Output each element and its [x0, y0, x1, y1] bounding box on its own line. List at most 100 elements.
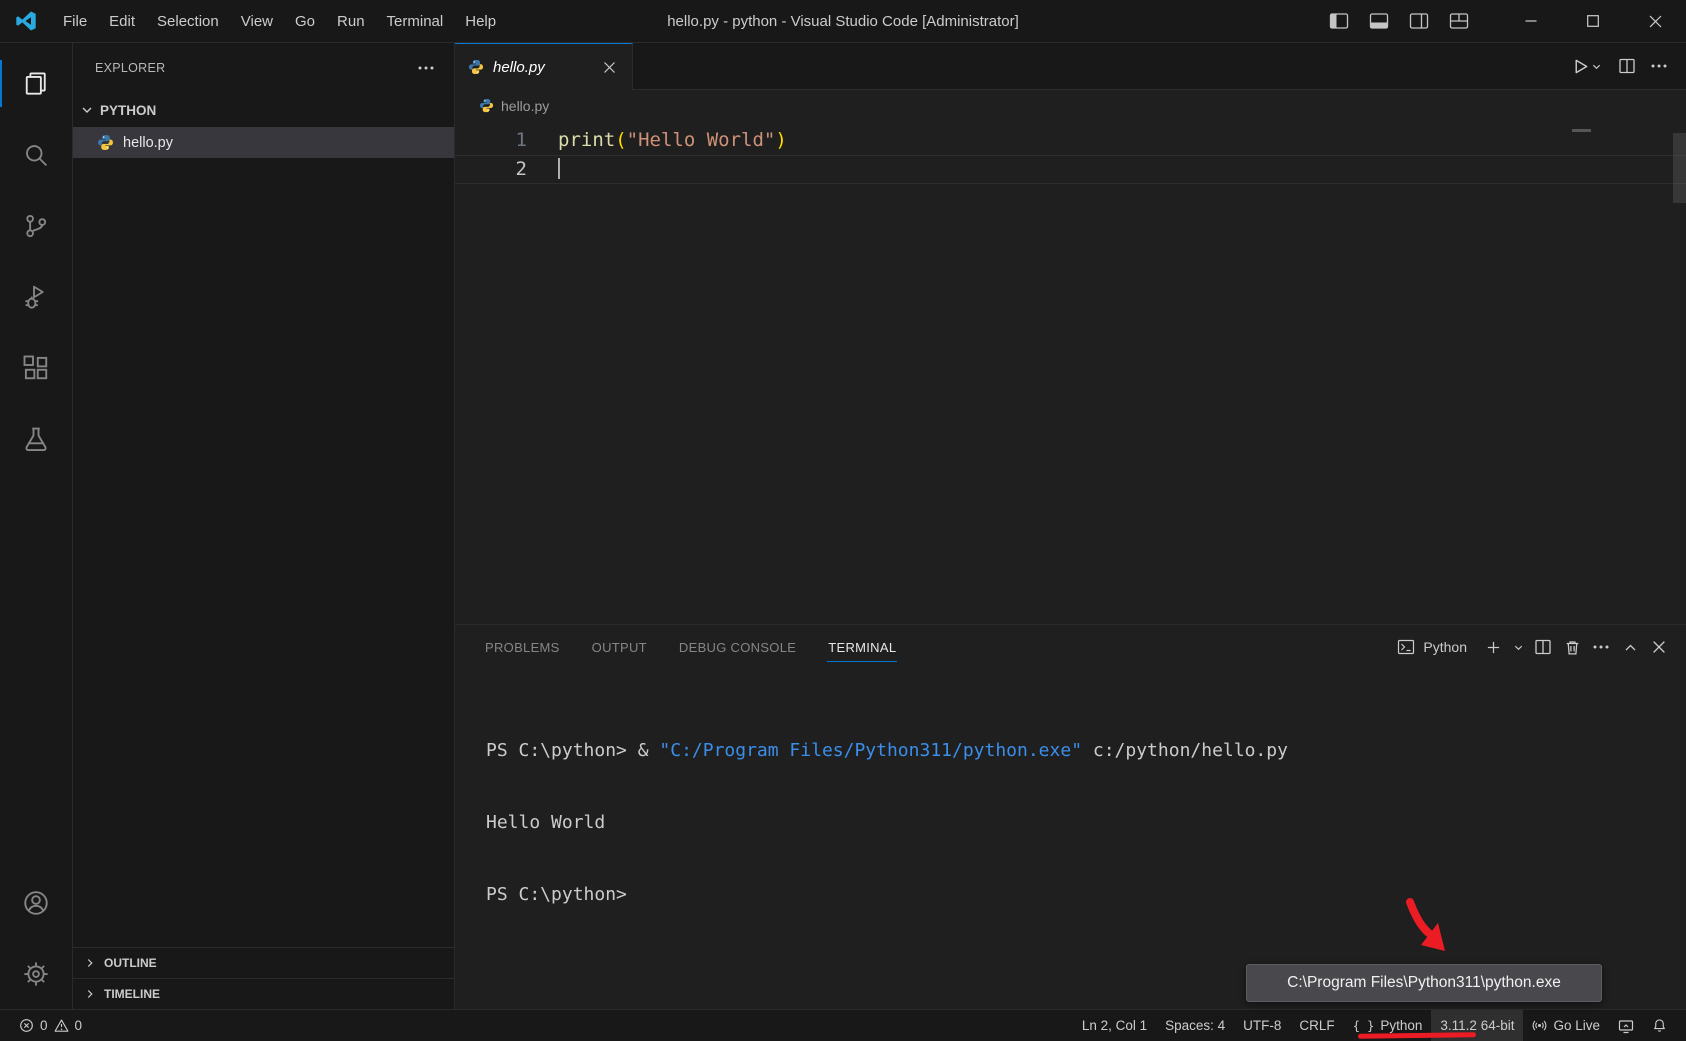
tab-bar-actions: [633, 43, 1686, 90]
go-live-status[interactable]: Go Live: [1523, 1010, 1609, 1041]
activity-settings[interactable]: [0, 938, 73, 1009]
explorer-more-actions-button[interactable]: [414, 56, 438, 80]
chevron-up-icon: [1625, 644, 1635, 650]
sidebar-left-icon: [1329, 13, 1349, 29]
panel-tab-output[interactable]: OUTPUT: [576, 625, 663, 669]
file-item-hello-py[interactable]: hello.py: [73, 127, 454, 158]
toggle-secondary-sidebar-button[interactable]: [1404, 6, 1434, 36]
terminal-text: c:/python/hello.py: [1082, 740, 1288, 761]
maximize-panel-button[interactable]: [1617, 634, 1643, 660]
terminal-shell-selector[interactable]: Python: [1387, 638, 1477, 656]
menu-terminal[interactable]: Terminal: [376, 0, 455, 42]
code-content-1[interactable]: print("Hello World"): [527, 126, 787, 155]
menu-run[interactable]: Run: [326, 0, 376, 42]
new-terminal-button[interactable]: [1480, 634, 1506, 660]
activity-search[interactable]: [0, 119, 73, 190]
eol-status[interactable]: CRLF: [1290, 1010, 1343, 1041]
warning-icon: [54, 1019, 68, 1032]
plus-icon: [1487, 641, 1499, 653]
minimize-button[interactable]: [1500, 0, 1562, 43]
encoding-status[interactable]: UTF-8: [1234, 1010, 1290, 1041]
code-line-2: 2: [455, 155, 1686, 184]
code-editor[interactable]: 1 print("Hello World") 2: [455, 121, 1686, 624]
maximize-button[interactable]: [1562, 0, 1624, 43]
sidebar-right-icon: [1409, 13, 1429, 29]
close-panel-button[interactable]: [1646, 634, 1672, 660]
terminal-text: PS C:\python> &: [486, 740, 660, 761]
menu-help[interactable]: Help: [454, 0, 507, 42]
kill-terminal-button[interactable]: [1559, 634, 1585, 660]
folder-python-header[interactable]: PYTHON: [73, 93, 454, 127]
terminal-line-3: PS C:\python>: [486, 883, 1686, 907]
run-python-file-button[interactable]: [1564, 53, 1608, 79]
menu-edit[interactable]: Edit: [98, 0, 146, 42]
token-paren-open: (: [615, 129, 627, 151]
bottom-panel: PROBLEMS OUTPUT DEBUG CONSOLE TERMINAL P…: [455, 624, 1686, 1009]
terminal-output[interactable]: PS C:\python> & "C:/Program Files/Python…: [455, 669, 1686, 1009]
outline-label: OUTLINE: [104, 956, 157, 970]
timeline-label: TIMELINE: [104, 987, 160, 1001]
annotation-arrow-icon: [1406, 898, 1445, 951]
toggle-panel-button[interactable]: [1364, 6, 1394, 36]
menu-view[interactable]: View: [230, 0, 284, 42]
warning-count: 0: [74, 1018, 83, 1033]
terminal-icon: [1398, 639, 1415, 655]
activity-extensions[interactable]: [0, 332, 73, 403]
activity-run-debug[interactable]: [0, 261, 73, 332]
menu-selection[interactable]: Selection: [146, 0, 230, 42]
interpreter-tooltip: C:\Program Files\Python311\python.exe: [1246, 964, 1602, 1002]
toggle-primary-sidebar-button[interactable]: [1324, 6, 1354, 36]
token-string: "Hello World": [626, 129, 776, 151]
layout-grid-icon: [1449, 13, 1469, 29]
panel-bottom-icon: [1369, 13, 1389, 29]
tab-hello-py[interactable]: hello.py: [455, 43, 633, 90]
go-live-label: Go Live: [1553, 1018, 1600, 1033]
activity-source-control[interactable]: [0, 190, 73, 261]
code-content-2[interactable]: [527, 155, 560, 184]
activity-explorer[interactable]: [0, 48, 73, 119]
menu-file[interactable]: File: [52, 0, 98, 42]
error-count: 0: [40, 1018, 48, 1033]
panel-more-actions-button[interactable]: [1588, 634, 1614, 660]
menu-bar: File Edit Selection View Go Run Terminal…: [52, 0, 507, 42]
breadcrumb: hello.py: [455, 90, 1686, 121]
chevron-down-icon: [1592, 64, 1600, 69]
cursor-position-status[interactable]: Ln 2, Col 1: [1073, 1010, 1156, 1041]
customize-layout-button[interactable]: [1444, 6, 1474, 36]
activity-testing[interactable]: [0, 403, 73, 474]
breadcrumb-label: hello.py: [501, 97, 550, 114]
close-window-button[interactable]: [1624, 0, 1686, 43]
panel-tab-problems[interactable]: PROBLEMS: [469, 625, 576, 669]
editor-scrollbar[interactable]: [1673, 133, 1686, 203]
editor-more-actions-button[interactable]: [1646, 53, 1672, 79]
remote-window-button[interactable]: [1609, 1010, 1643, 1041]
line-number-1: 1: [515, 129, 527, 151]
notifications-button[interactable]: [1643, 1010, 1676, 1041]
section-timeline[interactable]: TIMELINE: [73, 978, 454, 1009]
panel-tab-debug-console[interactable]: DEBUG CONSOLE: [663, 625, 812, 669]
tab-close-button[interactable]: [596, 54, 622, 80]
ellipsis-icon: [1651, 64, 1667, 68]
panel-tab-bar: PROBLEMS OUTPUT DEBUG CONSOLE TERMINAL P…: [455, 625, 1686, 669]
language-label: Python: [1380, 1018, 1423, 1033]
extensions-icon: [23, 355, 48, 379]
breadcrumb-item-hello-py[interactable]: hello.py: [479, 98, 549, 114]
split-terminal-button[interactable]: [1530, 634, 1556, 660]
source-control-icon: [26, 214, 47, 237]
python-file-icon: [469, 60, 483, 74]
activity-accounts[interactable]: [0, 867, 73, 938]
problems-status[interactable]: 0 0: [10, 1010, 91, 1041]
indentation-status[interactable]: Spaces: 4: [1156, 1010, 1234, 1041]
panel-tab-terminal[interactable]: TERMINAL: [812, 625, 912, 669]
terminal-launch-dropdown-button[interactable]: [1509, 634, 1527, 660]
section-outline[interactable]: OUTLINE: [73, 947, 454, 978]
window-title: hello.py - python - Visual Studio Code […: [667, 12, 1019, 30]
split-editor-button[interactable]: [1614, 53, 1640, 79]
vscode-logo-icon: [16, 11, 36, 31]
vscode-window: { "titlebar": { "menus": ["File", "Edit"…: [0, 0, 1686, 1041]
vscode-logo: [0, 0, 52, 42]
account-icon: [24, 890, 48, 915]
trash-icon: [1566, 640, 1578, 655]
menu-go[interactable]: Go: [284, 0, 326, 42]
layout-controls: [1324, 6, 1474, 36]
